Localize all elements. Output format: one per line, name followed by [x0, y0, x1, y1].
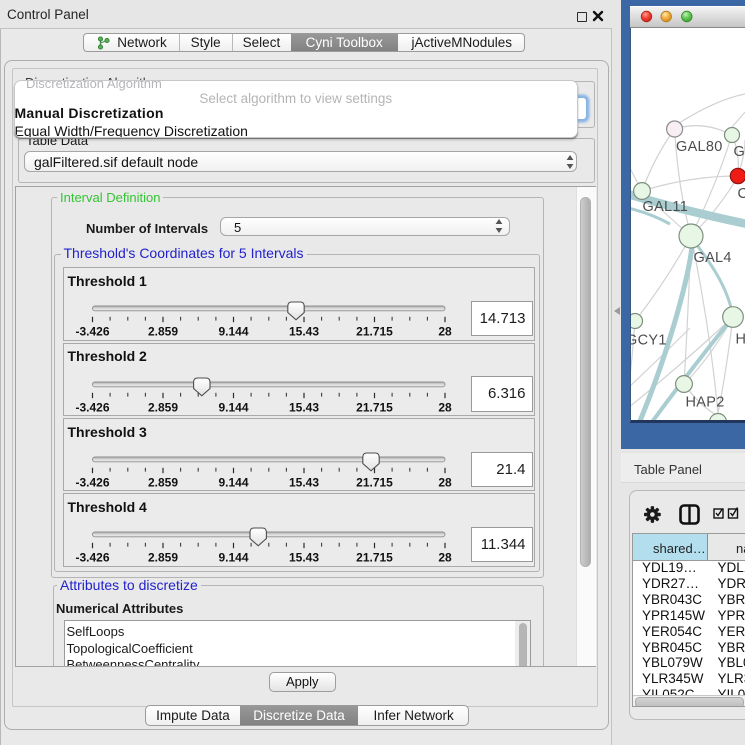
svg-text:21.715: 21.715 [356, 324, 393, 338]
svg-text:15.43: 15.43 [288, 551, 318, 565]
svg-text:28: 28 [438, 324, 452, 338]
svg-text:CY: CY [738, 186, 745, 202]
svg-text:9.144: 9.144 [218, 551, 248, 565]
svg-text:HI: HI [736, 332, 745, 348]
svg-text:GA: GA [734, 144, 745, 160]
svg-text:GCY1: GCY1 [630, 333, 667, 349]
svg-text:9.144: 9.144 [218, 475, 248, 489]
svg-text:21.715: 21.715 [356, 475, 393, 489]
svg-text:15.43: 15.43 [288, 324, 318, 338]
svg-text:GAL80: GAL80 [676, 139, 723, 155]
svg-text:2.859: 2.859 [147, 400, 177, 414]
svg-text:-3.426: -3.426 [75, 324, 109, 338]
svg-text:GAL4: GAL4 [694, 250, 732, 266]
svg-text:9.144: 9.144 [218, 400, 248, 414]
svg-text:28: 28 [438, 551, 452, 565]
svg-text:15.43: 15.43 [288, 475, 318, 489]
svg-text:28: 28 [438, 475, 452, 489]
svg-text:21.715: 21.715 [356, 551, 393, 565]
svg-text:-3.426: -3.426 [75, 400, 109, 414]
svg-text:15.43: 15.43 [288, 400, 318, 414]
svg-text:2.859: 2.859 [147, 475, 177, 489]
svg-text:HAP2: HAP2 [686, 395, 725, 411]
svg-text:-3.426: -3.426 [75, 551, 109, 565]
svg-text:-3.426: -3.426 [75, 475, 109, 489]
svg-text:28: 28 [438, 400, 452, 414]
svg-text:9.144: 9.144 [218, 324, 248, 338]
svg-text:2.859: 2.859 [147, 551, 177, 565]
svg-text:21.715: 21.715 [356, 400, 393, 414]
svg-text:2.859: 2.859 [147, 324, 177, 338]
svg-text:GAL11: GAL11 [643, 199, 689, 215]
